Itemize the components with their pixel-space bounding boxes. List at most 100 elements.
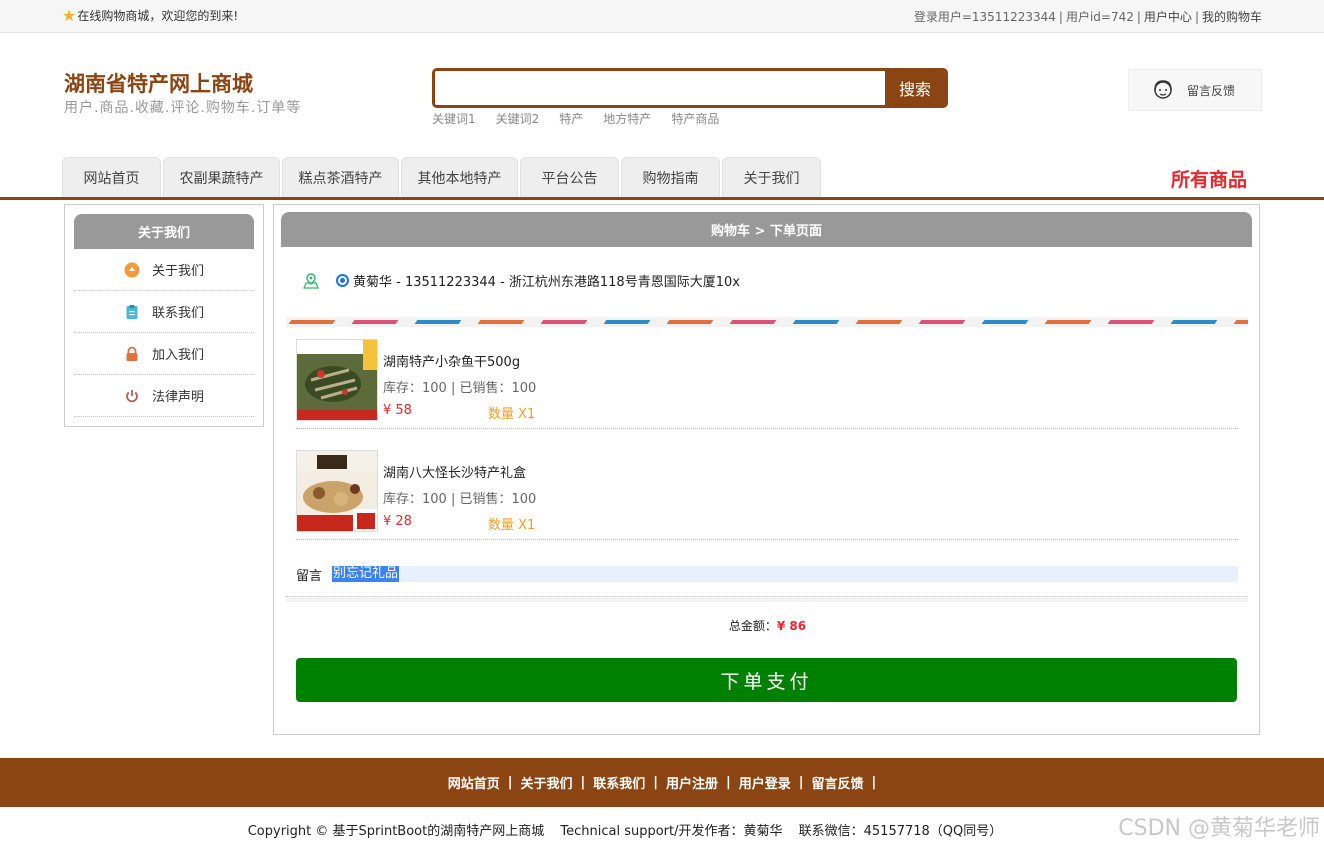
feedback-button[interactable]: 留言反馈 bbox=[1128, 69, 1262, 111]
stripe-bar bbox=[1044, 320, 1092, 324]
search-input[interactable] bbox=[435, 71, 885, 105]
order-panel: 购物车 > 下单页面 黄菊华 - 13511223344 - 浙江杭州东港路11… bbox=[273, 204, 1260, 735]
note-value: 别忘记礼品 bbox=[332, 566, 400, 582]
welcome-text: 在线购物商城，欢迎您的到来! bbox=[77, 9, 239, 23]
stripe-bar bbox=[603, 320, 651, 324]
footer-link-about[interactable]: 关于我们 bbox=[520, 773, 572, 792]
stripe-bar bbox=[918, 320, 966, 324]
search-box: 搜索 bbox=[432, 68, 948, 108]
address-radio[interactable] bbox=[336, 274, 349, 287]
star-icon: ★ bbox=[62, 5, 77, 25]
address-text: 黄菊华 - 13511223344 - 浙江杭州东港路118号青恩国际大厦10x bbox=[353, 275, 740, 290]
stripe-bar bbox=[855, 320, 903, 324]
main-nav: 网站首页 农副果蔬特产 糕点茶酒特产 其他本地特产 平台公告 购物指南 关于我们 bbox=[62, 157, 821, 198]
lock-icon bbox=[124, 346, 140, 362]
list-item: 湖南特产小杂鱼干500g 库存：100 | 已销售：100 ¥ 58 数量 X1 bbox=[296, 329, 1238, 429]
sidebar-item-label: 关于我们 bbox=[151, 264, 204, 279]
footer-link-register[interactable]: 用户注册 bbox=[666, 773, 718, 792]
nav-divider bbox=[0, 197, 1324, 200]
product-image[interactable] bbox=[296, 339, 378, 421]
all-goods-link[interactable]: 所有商品 bbox=[1171, 165, 1247, 192]
feedback-label: 留言反馈 bbox=[1187, 83, 1236, 98]
nav-tab-other-local[interactable]: 其他本地特产 bbox=[401, 157, 518, 198]
stripe-bar bbox=[414, 320, 462, 324]
list-item: 湖南八大怪长沙特产礼盒 库存：100 | 已销售：100 ¥ 28 数量 X1 bbox=[296, 440, 1238, 540]
sidebar-item-label: 法律声明 bbox=[151, 390, 204, 405]
stripe-bar bbox=[477, 320, 525, 324]
note-label: 留言 bbox=[296, 568, 323, 584]
footer-nav: 网站首页 | 关于我们 | 联系我们 | 用户注册 | 用户登录 | 留言反馈 | bbox=[0, 758, 1324, 807]
order-total: 总金额：¥ 86 bbox=[274, 617, 1261, 634]
contact-text: 联系微信：45157718（QQ同号） bbox=[798, 824, 1003, 839]
product-stock: 库存：100 | 已销售：100 bbox=[383, 492, 537, 507]
stripe-bar bbox=[288, 320, 336, 324]
product-price: ¥ 28 bbox=[383, 514, 412, 529]
product-name[interactable]: 湖南特产小杂鱼干500g bbox=[383, 351, 520, 370]
stripe-bar bbox=[981, 320, 1029, 324]
nav-tab-produce[interactable]: 农副果蔬特产 bbox=[163, 157, 280, 198]
search-button[interactable]: 搜索 bbox=[885, 71, 945, 105]
site-title[interactable]: 湖南省特产网上商城 bbox=[64, 68, 253, 98]
stripe-bar bbox=[729, 320, 777, 324]
address-option[interactable]: 黄菊华 - 13511223344 - 浙江杭州东港路118号青恩国际大厦10x bbox=[302, 271, 740, 290]
footer-link-login[interactable]: 用户登录 bbox=[739, 773, 791, 792]
my-cart-link[interactable]: 我的购物车 bbox=[1202, 10, 1262, 24]
stripe-bar bbox=[1107, 320, 1155, 324]
welcome-message: ★ 在线购物商城，欢迎您的到来! bbox=[62, 7, 238, 24]
breadcrumb: 购物车 > 下单页面 bbox=[281, 212, 1252, 247]
nav-tab-about[interactable]: 关于我们 bbox=[722, 157, 821, 198]
nav-tab-pastry-tea-wine[interactable]: 糕点茶酒特产 bbox=[282, 157, 399, 198]
nav-tab-announcements[interactable]: 平台公告 bbox=[520, 157, 619, 198]
support-text: Technical support/开发作者：黄菊华 bbox=[560, 824, 783, 839]
sidebar-item-contact[interactable]: 联系我们 bbox=[74, 291, 254, 333]
keyword-link[interactable]: 关键词1 bbox=[432, 110, 476, 127]
stripe-bar bbox=[792, 320, 840, 324]
about-icon bbox=[124, 262, 140, 278]
customer-service-icon bbox=[1154, 80, 1172, 99]
stripe-bar bbox=[666, 320, 714, 324]
footer-link-feedback[interactable]: 留言反馈 bbox=[812, 773, 864, 792]
sidebar-item-label: 加入我们 bbox=[151, 348, 204, 363]
sidebar-item-join[interactable]: 加入我们 bbox=[74, 333, 254, 375]
keyword-link[interactable]: 关键词2 bbox=[496, 110, 540, 127]
user-center-link[interactable]: 用户中心 bbox=[1144, 10, 1192, 24]
stripe-bar bbox=[1170, 320, 1218, 324]
nav-tab-home[interactable]: 网站首页 bbox=[62, 157, 161, 198]
stripe-bar bbox=[351, 320, 399, 324]
power-icon bbox=[124, 388, 140, 404]
note-divider bbox=[286, 596, 1248, 602]
stripe-bar bbox=[1233, 320, 1248, 324]
keyword-link[interactable]: 特产 bbox=[559, 110, 583, 127]
product-quantity: 数量 X1 bbox=[488, 518, 536, 533]
sidebar: 关于我们 关于我们 联系我们 加入我们 法律声明 bbox=[64, 204, 264, 427]
location-pin-icon bbox=[303, 272, 319, 289]
product-price: ¥ 58 bbox=[383, 403, 412, 418]
watermark: CSDN @黄菊华老师 bbox=[1118, 816, 1320, 841]
keyword-link[interactable]: 地方特产 bbox=[603, 110, 651, 127]
user-links: 登录用户=13511223344 | 用户id=742 | 用户中心 | 我的购物车 bbox=[913, 10, 1262, 24]
top-bar: ★ 在线购物商城，欢迎您的到来! 登录用户=13511223344 | 用户id=7… bbox=[0, 0, 1324, 33]
total-value: ¥ 86 bbox=[776, 619, 807, 633]
note-row: 留言 别忘记礼品 bbox=[296, 563, 1238, 585]
note-input[interactable]: 别忘记礼品 bbox=[332, 566, 1238, 582]
total-label: 总金额： bbox=[728, 619, 777, 633]
product-image[interactable] bbox=[296, 450, 378, 532]
envelope-stripe bbox=[286, 317, 1248, 327]
footer-link-contact[interactable]: 联系我们 bbox=[593, 773, 645, 792]
stripe-bar bbox=[540, 320, 588, 324]
hot-keywords: 关键词1 关键词2 特产 地方特产 特产商品 bbox=[432, 110, 719, 127]
product-name[interactable]: 湖南八大怪长沙特产礼盒 bbox=[383, 462, 526, 481]
copyright-text: Copyright © 基于SprintBoot的湖南特产网上商城 bbox=[247, 824, 545, 839]
keyword-link[interactable]: 特产商品 bbox=[671, 110, 719, 127]
sidebar-title: 关于我们 bbox=[74, 214, 254, 249]
clipboard-icon bbox=[124, 304, 140, 320]
sidebar-item-about[interactable]: 关于我们 bbox=[74, 249, 254, 291]
sidebar-item-legal[interactable]: 法律声明 bbox=[74, 375, 254, 417]
login-user: 登录用户=13511223344 bbox=[913, 10, 1056, 24]
footer-link-home[interactable]: 网站首页 bbox=[448, 773, 500, 792]
nav-tab-guide[interactable]: 购物指南 bbox=[621, 157, 720, 198]
sidebar-item-label: 联系我们 bbox=[151, 306, 204, 321]
product-stock: 库存：100 | 已销售：100 bbox=[383, 381, 537, 396]
product-quantity: 数量 X1 bbox=[488, 407, 536, 422]
pay-button[interactable]: 下单支付 bbox=[296, 658, 1237, 702]
